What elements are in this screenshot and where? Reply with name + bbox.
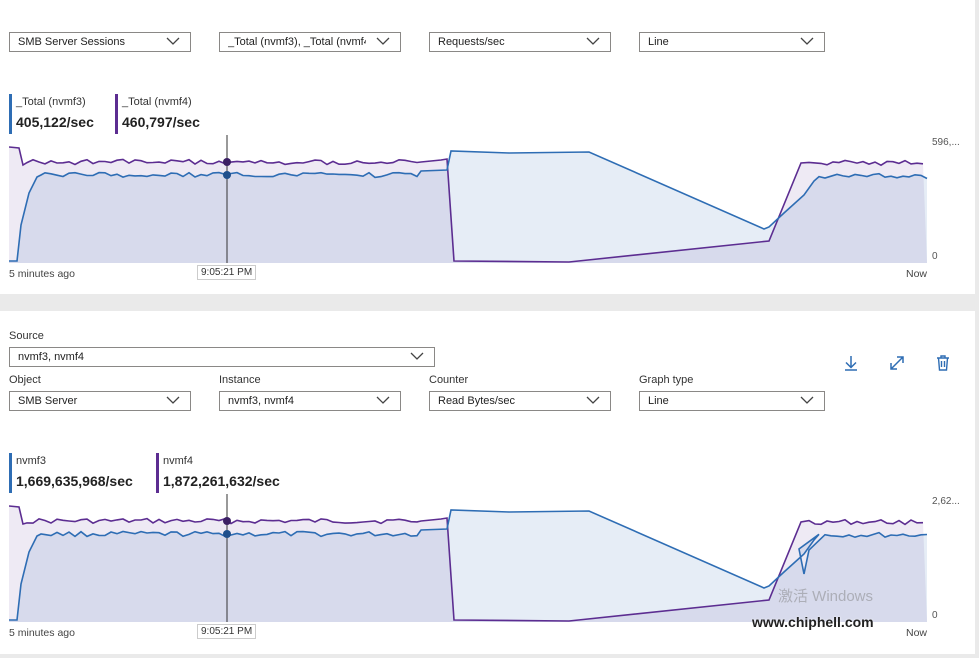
legend-item-nvmf4[interactable]: nvmf4 1,872,261,632/sec: [156, 453, 280, 493]
counter-dropdown[interactable]: Read Bytes/sec: [429, 391, 611, 411]
graph-type-dropdown[interactable]: Line: [639, 391, 825, 411]
object-dropdown[interactable]: SMB Server: [9, 391, 191, 411]
chevron-down-icon: [586, 37, 600, 45]
counter-dropdown[interactable]: Requests/sec: [429, 32, 611, 52]
graph-panel-1: SMB Server Sessions _Total (nvmf3), _Tot…: [0, 0, 975, 294]
expand-icon[interactable]: [888, 354, 906, 372]
cursor-time-label: 9:05:21 PM: [197, 265, 257, 280]
legend-item-nvmf4[interactable]: _Total (nvmf4) 460,797/sec: [115, 94, 200, 134]
download-icon[interactable]: [842, 354, 860, 372]
legend-color-bar: [9, 94, 12, 134]
counter-label: Counter: [429, 374, 469, 386]
legend-item-nvmf3[interactable]: _Total (nvmf3) 405,122/sec: [9, 94, 94, 134]
chevron-down-icon: [410, 352, 424, 360]
cursor-point-nvmf3: [223, 171, 231, 179]
chevron-down-icon: [166, 37, 180, 45]
chevron-down-icon: [800, 396, 814, 404]
y-axis-min-label: 0: [932, 251, 938, 262]
cursor-point-nvmf4: [223, 158, 231, 166]
graph-panel-2: Source nvmf3, nvmf4 Object Instance Coun…: [0, 311, 975, 654]
y-axis-max-label: 2,62...: [932, 496, 960, 507]
legend-color-bar: [156, 453, 159, 493]
instance-dropdown[interactable]: _Total (nvmf3), _Total (nvmf4): [219, 32, 401, 52]
legend-color-bar: [9, 453, 12, 493]
chevron-down-icon: [800, 37, 814, 45]
object-label: Object: [9, 374, 41, 386]
cursor-point-nvmf3: [223, 530, 231, 538]
cursor-time-label: 9:05:21 PM: [197, 624, 257, 639]
y-axis-max-label: 596,...: [932, 137, 960, 148]
instance-label: Instance: [219, 374, 261, 386]
graph-type-label: Graph type: [639, 374, 694, 386]
time-start-label: 5 minutes ago: [9, 627, 75, 639]
trash-icon[interactable]: [934, 354, 952, 372]
chevron-down-icon: [586, 396, 600, 404]
chevron-down-icon: [376, 396, 390, 404]
site-watermark: www.chiphell.com: [752, 614, 874, 630]
instance-dropdown[interactable]: nvmf3, nvmf4: [219, 391, 401, 411]
time-start-label: 5 minutes ago: [9, 268, 75, 280]
cursor-point-nvmf4: [223, 517, 231, 525]
line-chart[interactable]: [9, 135, 929, 263]
legend-item-nvmf3[interactable]: nvmf3 1,669,635,968/sec: [9, 453, 133, 493]
source-label: Source: [9, 330, 44, 342]
graph-type-dropdown[interactable]: Line: [639, 32, 825, 52]
time-end-label: Now: [906, 268, 928, 280]
chevron-down-icon: [166, 396, 180, 404]
object-dropdown[interactable]: SMB Server Sessions: [9, 32, 191, 52]
legend-color-bar: [115, 94, 118, 134]
chevron-down-icon: [376, 37, 390, 45]
source-dropdown[interactable]: nvmf3, nvmf4: [9, 347, 435, 367]
